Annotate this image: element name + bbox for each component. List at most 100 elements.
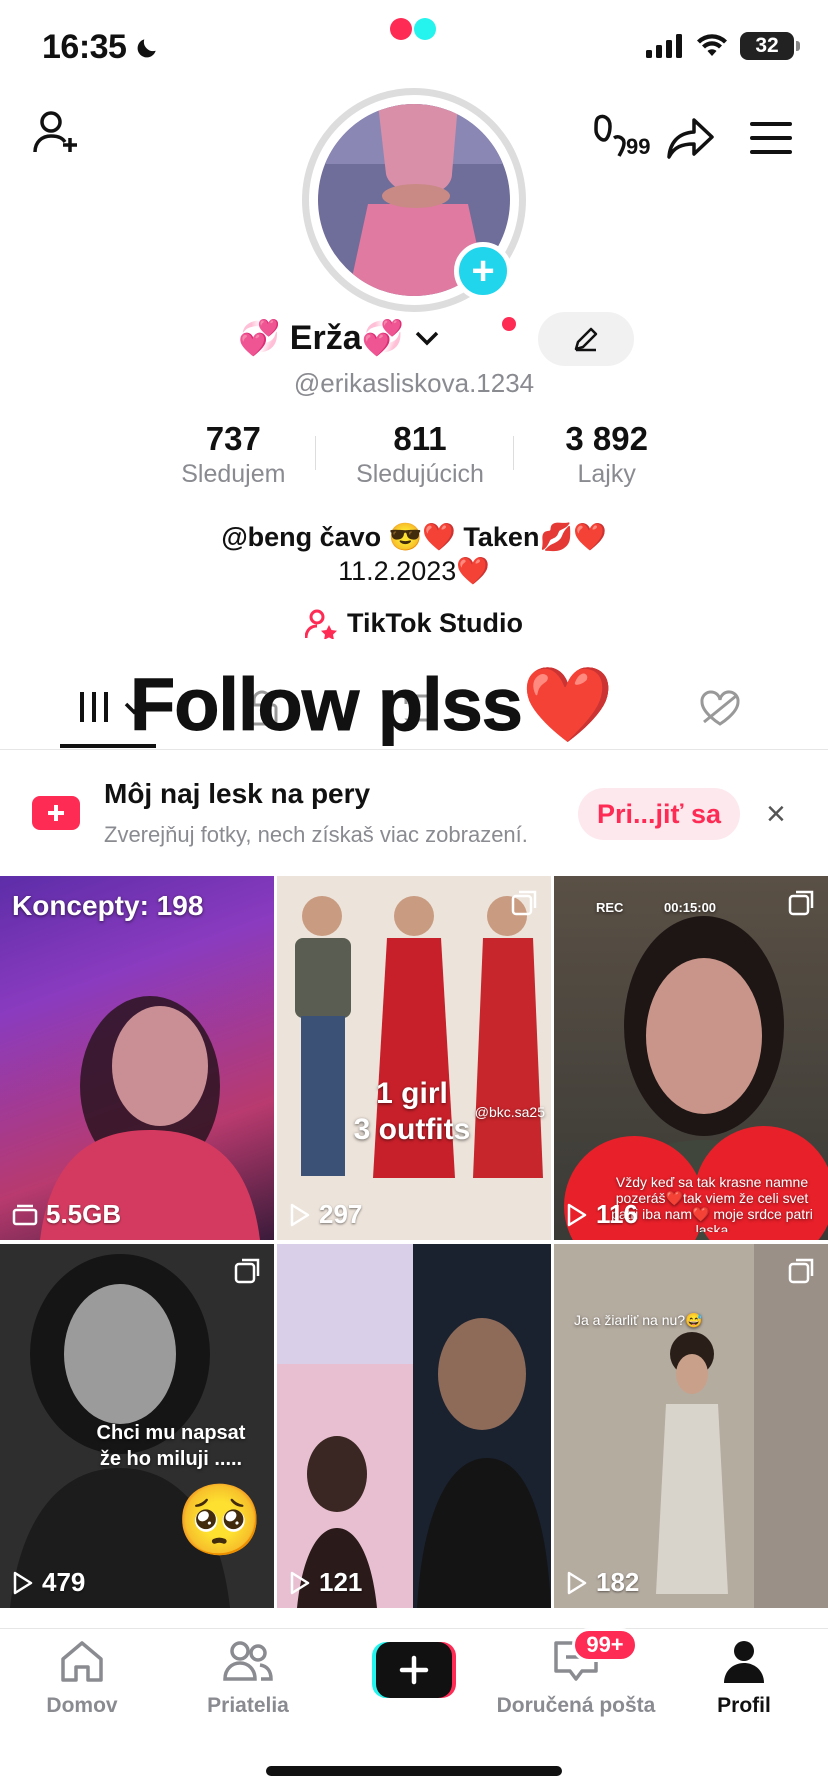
footprint-icon: 99 xyxy=(594,114,650,159)
bio-line: @beng čavo 😎❤️ Taken💋❤️ xyxy=(221,522,607,552)
battery-icon: 32 xyxy=(740,32,800,60)
pencil-icon xyxy=(574,327,598,352)
time-text: 16:35 xyxy=(42,28,127,66)
banner-title: Môj naj lesk na pery xyxy=(104,778,371,809)
creator-star-icon xyxy=(304,609,337,639)
chevron-down-icon[interactable] xyxy=(414,328,440,348)
video-thumbnail[interactable]: 121 xyxy=(277,1244,551,1608)
home-indicator xyxy=(266,1766,562,1776)
stat-value: 811 xyxy=(393,420,447,457)
home-icon xyxy=(61,1641,103,1682)
edit-profile-button[interactable] xyxy=(538,312,634,366)
stat-following[interactable]: 737 Sledujem xyxy=(140,420,327,489)
tiktok-studio-link[interactable]: TikTok Studio xyxy=(0,608,828,639)
video-thumbnail[interactable]: Koncepty: 198 5.5GB xyxy=(0,876,274,1240)
video-thumbnail[interactable]: 1 girl 3 outfits @bkc.sa25 297 xyxy=(277,876,551,1240)
play-icon xyxy=(290,1571,310,1594)
play-icon xyxy=(290,1203,310,1226)
liked-hidden-icon[interactable] xyxy=(698,690,742,728)
stat-value: 3 892 xyxy=(565,420,648,457)
footprint-button[interactable]: 99 xyxy=(592,112,654,165)
carousel-icon xyxy=(788,890,814,916)
banner-join-button[interactable]: Pri...jiť sa xyxy=(578,788,740,840)
studio-label: TikTok Studio xyxy=(346,608,523,638)
drafts-label: Koncepty: 198 xyxy=(12,890,204,921)
video-caption: 1 girl 3 outfits xyxy=(353,1077,471,1146)
nav-profile[interactable]: Profil xyxy=(664,1639,824,1718)
notification-dot xyxy=(502,317,516,331)
video-thumbnail[interactable]: Ja a žiarliť na nu?😅 182 xyxy=(554,1244,828,1608)
nav-label: Domov xyxy=(46,1694,118,1717)
profile-icon xyxy=(724,1641,764,1683)
profile-name-row: 💞 Erža💞 xyxy=(0,318,828,358)
video-views: 5.5GB xyxy=(12,1199,121,1230)
video-grid: Koncepty: 198 5.5GB 1 girl 3 outfits @bkc… xyxy=(0,876,828,1628)
wifi-icon xyxy=(697,34,727,56)
create-button[interactable] xyxy=(372,1642,456,1698)
rec-time: 00:15:00 xyxy=(664,900,717,915)
moon-icon xyxy=(138,38,157,57)
bio-line: 11.2.2023❤️ xyxy=(338,556,490,586)
add-photo-icon xyxy=(32,792,80,830)
stat-value: 737 xyxy=(205,420,261,457)
stat-label: Sledujúcich xyxy=(356,460,484,488)
dynamic-island-dots xyxy=(390,18,436,40)
stat-label: Lajky xyxy=(577,460,636,488)
close-icon[interactable]: × xyxy=(766,797,786,831)
footprint-count: 99 xyxy=(626,134,650,159)
stat-label: Sledujem xyxy=(181,460,286,488)
signal-icon xyxy=(646,34,682,58)
overlay-caption: Follow plss❤️ xyxy=(129,663,614,747)
add-friend-icon[interactable] xyxy=(32,108,80,156)
inbox-badge: 99+ xyxy=(572,1628,638,1662)
status-time: 16:35 xyxy=(42,28,160,67)
banner-subtitle: Zverejňuj fotky, nech získaš viac zobraz… xyxy=(104,822,528,847)
play-icon xyxy=(13,1571,33,1594)
rec-label: REC xyxy=(596,900,624,915)
system-icons: 32 xyxy=(646,32,800,60)
views-count: 5.5GB xyxy=(46,1199,122,1229)
profile-handle: @erikasliskova.1234 xyxy=(293,368,535,398)
stat-likes[interactable]: 3 892 Lajky xyxy=(513,420,700,489)
views-count: 297 xyxy=(319,1199,363,1229)
status-bar: 16:35 32 xyxy=(0,0,828,90)
video-views: 182 xyxy=(566,1567,639,1598)
nav-label: Profil xyxy=(717,1694,771,1717)
video-views: 479 xyxy=(12,1567,85,1598)
play-icon xyxy=(567,1571,587,1594)
views-count: 182 xyxy=(596,1567,640,1597)
carousel-icon xyxy=(234,1258,260,1284)
video-views: 297 xyxy=(289,1199,362,1230)
friends-icon xyxy=(223,1641,273,1681)
carousel-icon xyxy=(511,890,537,916)
video-thumbnail[interactable]: Chci mu napsat že ho miluji ..... 🥺 479 xyxy=(0,1244,274,1608)
nav-label: Doručená pošta xyxy=(496,1694,656,1717)
video-watermark: @bkc.sa25 xyxy=(474,1104,545,1120)
video-views: 121 xyxy=(289,1567,362,1598)
menu-icon[interactable] xyxy=(750,120,792,156)
carousel-icon xyxy=(788,1258,814,1284)
video-thumbnail[interactable]: REC 00:15:00 Vždy keď sa tak krasne namn… xyxy=(554,876,828,1240)
profile-stats: 737 Sledujem 811 Sledujúcich 3 892 Lajky xyxy=(140,420,700,489)
profile-name: 💞 Erža💞 xyxy=(238,319,404,357)
stat-divider xyxy=(315,436,316,470)
nav-home[interactable]: Domov xyxy=(2,1639,162,1718)
profile-bio: @beng čavo 😎❤️ Taken💋❤️ 11.2.2023❤️ xyxy=(0,520,828,588)
video-caption: Ja a žiarliť na nu?😅 xyxy=(574,1312,703,1328)
views-count: 479 xyxy=(42,1567,86,1597)
video-caption: Vždy keď sa tak krasne namne pozeráš❤️ta… xyxy=(611,1174,813,1232)
share-icon[interactable] xyxy=(666,116,716,160)
nav-label: Priatelia xyxy=(207,1694,289,1717)
video-views: 116 xyxy=(566,1199,638,1230)
battery-level: 32 xyxy=(755,34,779,57)
pleading-emoji: 🥺 xyxy=(176,1481,264,1559)
stat-followers[interactable]: 811 Sledujúcich xyxy=(327,420,514,489)
views-count: 116 xyxy=(596,1199,638,1229)
stat-divider xyxy=(513,436,514,470)
drafts-icon xyxy=(12,1204,38,1225)
add-story-button[interactable]: + xyxy=(454,242,512,300)
play-icon xyxy=(567,1203,587,1226)
video-caption: Chci mu napsat že ho miluji ..... xyxy=(96,1422,246,1470)
views-count: 121 xyxy=(319,1567,363,1597)
nav-friends[interactable]: Priatelia xyxy=(168,1639,328,1718)
